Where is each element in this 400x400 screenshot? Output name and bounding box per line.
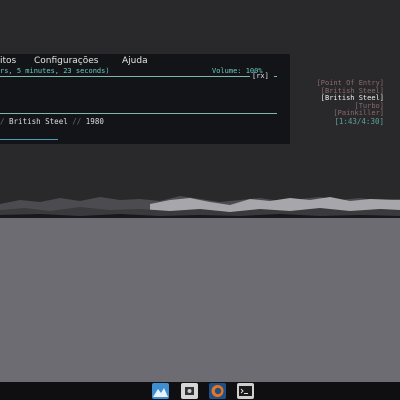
cpu-icon (181, 383, 198, 399)
separator-line (0, 76, 250, 77)
now-playing-album: British Steel (9, 117, 68, 126)
menu-item-settings[interactable]: Configurações (34, 56, 98, 66)
desktop-lower-area (0, 218, 400, 382)
menu-item-help[interactable]: Ajuda (122, 56, 148, 66)
playlist-item[interactable]: [Painkiller] (333, 109, 384, 117)
mountain-silhouette (0, 196, 400, 220)
separator-line-tail (274, 76, 277, 77)
now-playing-year: 1980 (85, 117, 104, 126)
taskbar-button-browser[interactable] (209, 383, 226, 399)
menu-bar: itos Configurações Ajuda (0, 54, 290, 68)
separator-line-bottom (0, 113, 277, 114)
menu-item-favorites[interactable]: itos (0, 56, 16, 66)
fox-icon (209, 383, 226, 399)
track-time: [1:43/4:30] (334, 117, 384, 126)
taskbar (0, 382, 400, 400)
terminal-icon (237, 383, 254, 399)
separator-glyph: // (72, 117, 82, 126)
mountain-icon (152, 383, 169, 399)
now-playing-bar: / British Steel // 1980 (0, 117, 104, 126)
separator-glyph: / (0, 117, 5, 126)
playback-progress-bar[interactable] (0, 139, 58, 140)
total-duration-text: rs, 5 minutes, 23 seconds) (0, 67, 110, 75)
taskbar-button-terminal[interactable] (237, 383, 254, 399)
taskbar-button-system-monitor[interactable] (181, 383, 198, 399)
repeat-random-flags[interactable]: [rx] (252, 72, 269, 80)
taskbar-button-image-viewer[interactable] (152, 383, 169, 399)
